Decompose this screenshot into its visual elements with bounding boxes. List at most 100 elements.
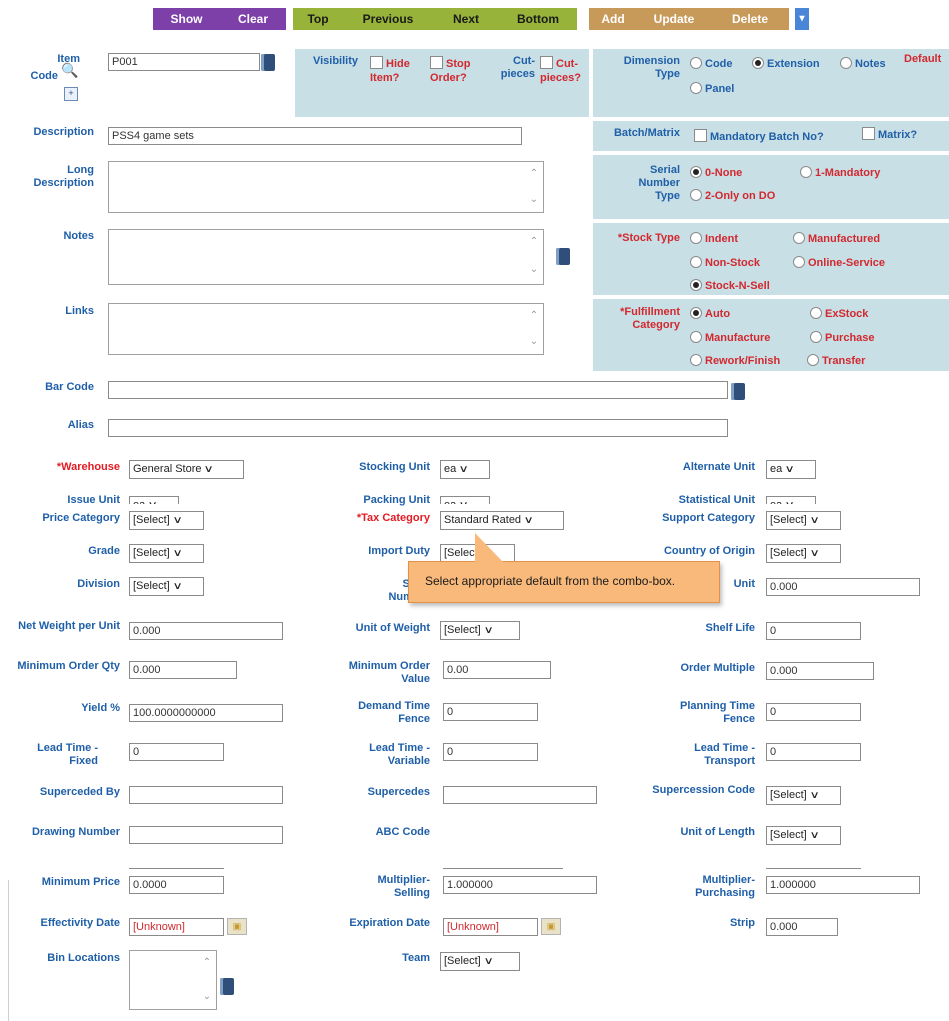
dimension-notes-radio[interactable]: Notes [840,57,886,71]
multiplier-selling-input[interactable]: 1.000000 [443,876,597,894]
stop-order-checkbox[interactable]: Stop Order? [430,56,485,85]
bar-code-input[interactable] [108,381,728,399]
show-button[interactable]: Show [153,8,220,30]
unit-of-length-select[interactable]: [Select] ∨ [766,826,841,845]
hide-item-checkbox[interactable]: Hide Item? [370,56,420,85]
lead-time-transport-input[interactable]: 0 [766,743,861,761]
expiration-date-input[interactable]: [Unknown] [443,918,538,936]
division-select[interactable]: [Select] ∨ [129,577,204,596]
supercedes-input[interactable] [443,786,597,804]
alias-input[interactable] [108,419,728,437]
shelf-life-label: Shelf Life [705,622,755,634]
stocking-unit-select[interactable]: ea ∨ [440,460,490,479]
effectivity-date-input[interactable]: [Unknown] [129,918,224,936]
fulfillment-manufacture-radio[interactable]: Manufacture [690,331,770,345]
top-button[interactable]: Top [293,8,343,30]
clear-button[interactable]: Clear [220,8,286,30]
notes-lookup-icon[interactable] [556,248,570,265]
tax-category-select[interactable]: Standard Rated ∨ [440,511,564,530]
description-input[interactable]: PSS4 game sets [108,127,522,145]
fulfillment-exstock-radio[interactable]: ExStock [810,307,868,321]
fulfillment-rework-radio[interactable]: Rework/Finish [690,354,780,368]
planning-time-fence-input[interactable]: 0 [766,703,861,721]
multiplier-purchasing-label: Multiplier-Purchasing [695,874,755,899]
unit-of-weight-select[interactable]: [Select] ∨ [440,621,520,640]
support-category-label: Support Category [662,512,755,524]
country-of-origin-label: Country of Origin [663,545,755,557]
supercedes-label: Supercedes [367,786,430,798]
issue-unit-select[interactable]: ea∨ [129,496,179,504]
country-of-origin-select[interactable]: [Select] ∨ [766,544,841,563]
stock-non-stock-radio[interactable]: Non-Stock [690,256,760,270]
previous-button[interactable]: Previous [343,8,433,30]
stock-type-label: *Stock Type [617,232,680,244]
grade-select[interactable]: [Select] ∨ [129,544,204,563]
toolbar-dropdown-button[interactable]: ▾ [795,8,809,30]
mandatory-batch-checkbox[interactable]: Mandatory Batch No? [694,129,824,144]
support-category-select[interactable]: [Select] ∨ [766,511,841,530]
serial-none-radio[interactable]: 0-None [690,166,742,180]
long-description-textarea[interactable]: ⌃ ⌄ [108,161,544,213]
notes-textarea[interactable]: ⌃ ⌄ [108,229,544,285]
packing-unit-label: Packing Unit [363,494,430,506]
effectivity-calendar-icon[interactable]: ▣ [227,918,247,935]
delete-button[interactable]: Delete [711,8,789,30]
add-button[interactable]: Add [589,8,637,30]
price-category-select[interactable]: [Select] ∨ [129,511,204,530]
multiplier-purchasing-input[interactable]: 1.000000 [766,876,920,894]
item-code-input[interactable]: P001 [108,53,260,71]
fulfillment-category-label: *Fulfillment Category [620,306,680,331]
dimension-extension-radio[interactable]: Extension [752,57,820,71]
matrix-checkbox[interactable]: Matrix? [862,127,917,142]
notes-label: Notes [63,230,94,242]
yield-input[interactable]: 100.0000000000 [129,704,283,722]
packing-unit-select[interactable]: ea∨ [440,496,490,504]
stock-online-service-radio[interactable]: Online-Service [793,256,885,270]
packing-unit-select-clip: ea∨ [440,496,500,504]
minimum-price-input[interactable]: 0.0000 [129,876,224,894]
demand-time-fence-input[interactable]: 0 [443,703,538,721]
item-lookup-icon[interactable] [261,54,275,71]
lead-time-variable-label: Lead Time - Variable [369,742,430,767]
dimension-panel-radio[interactable]: Panel [690,82,734,96]
fulfillment-auto-radio[interactable]: Auto [690,307,730,321]
stock-manufactured-radio[interactable]: Manufactured [793,232,880,246]
frame-left-border [8,880,9,1021]
statistical-unit-select[interactable]: ea∨ [766,496,816,504]
cut-pieces-checkbox[interactable]: Cut-pieces? [540,56,590,85]
statistical-unit-select-clip: ea∨ [766,496,826,504]
drawing-number-input[interactable] [129,826,283,844]
serial-only-do-radio[interactable]: 2-Only on DO [690,189,775,203]
add-item-icon[interactable]: + [64,87,78,101]
next-button[interactable]: Next [433,8,499,30]
stock-indent-radio[interactable]: Indent [690,232,738,246]
net-weight-input[interactable]: 0.000 [129,622,283,640]
min-order-value-input[interactable]: 0.00 [443,661,551,679]
min-order-qty-input[interactable]: 0.000 [129,661,237,679]
alternate-unit-select[interactable]: ea ∨ [766,460,816,479]
supercession-code-select[interactable]: [Select] ∨ [766,786,841,805]
superceded-by-input[interactable] [129,786,283,804]
fulfillment-purchase-radio[interactable]: Purchase [810,331,875,345]
bottom-button[interactable]: Bottom [499,8,577,30]
order-multiple-input[interactable]: 0.000 [766,662,874,680]
lead-time-variable-input[interactable]: 0 [443,743,538,761]
serial-mandatory-radio[interactable]: 1-Mandatory [800,166,880,180]
cut-pieces-label: Cut-pieces [500,55,535,80]
fulfillment-transfer-radio[interactable]: Transfer [807,354,865,368]
bar-code-lookup-icon[interactable] [731,383,745,400]
expiration-calendar-icon[interactable]: ▣ [541,918,561,935]
bin-locations-lookup-icon[interactable] [220,978,234,995]
strip-input[interactable]: 0.000 [766,918,838,936]
unit-right-input[interactable]: 0.000 [766,578,920,596]
update-button[interactable]: Update [637,8,711,30]
warehouse-select[interactable]: General Store ∨ [129,460,244,479]
links-textarea[interactable]: ⌃ ⌄ [108,303,544,355]
bin-locations-textarea[interactable]: ⌃ ⌄ [129,950,217,1010]
stock-n-sell-radio[interactable]: Stock-N-Sell [690,279,770,293]
dimension-code-radio[interactable]: Code [690,57,733,71]
shelf-life-input[interactable]: 0 [766,622,861,640]
team-select[interactable]: [Select] ∨ [440,952,520,971]
lead-time-fixed-input[interactable]: 0 [129,743,224,761]
search-icon[interactable]: 🔍 [61,62,78,79]
